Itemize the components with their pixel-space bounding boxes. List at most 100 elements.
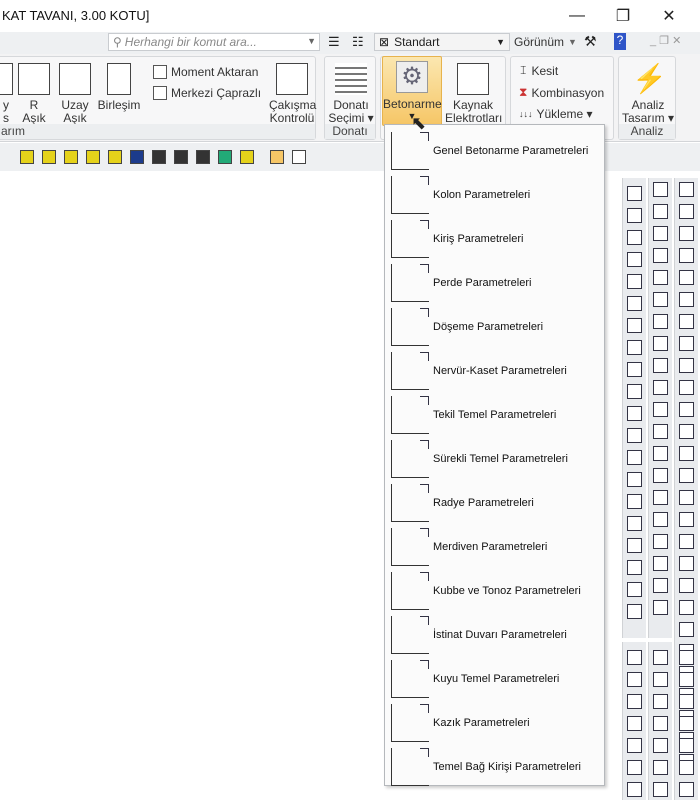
menu-item-well-foundation[interactable]: Kuyu Temel Parametreleri — [389, 657, 601, 701]
menu-item-tie-beam[interactable]: Temel Bağ Kirişi Parametreleri — [389, 745, 601, 789]
panel-tool-icon[interactable] — [653, 248, 668, 263]
panel-tool-icon[interactable] — [653, 490, 668, 505]
panel-tool-icon[interactable] — [653, 424, 668, 439]
ribbon-button-donati-secimi[interactable]: Donatı Seçimi ▾ — [327, 63, 375, 125]
panel-tool-icon[interactable] — [653, 512, 668, 527]
panel-tool-icon[interactable] — [627, 694, 642, 709]
panel-tool-icon[interactable] — [627, 760, 642, 775]
panel-tool-icon[interactable] — [653, 534, 668, 549]
command-search-input[interactable]: ⚲ Herhangi bir komut ara... ▼ — [108, 33, 320, 51]
panel-tool-icon[interactable] — [627, 472, 642, 487]
toolbar-tool-icon[interactable] — [42, 150, 56, 164]
view-menu[interactable]: Görünüm — [514, 35, 564, 49]
panel-tool-icon[interactable] — [653, 270, 668, 285]
panel-tool-icon[interactable] — [627, 738, 642, 753]
menu-item-wall[interactable]: Perde Parametreleri — [389, 261, 601, 305]
panel-tool-icon[interactable] — [653, 314, 668, 329]
layers-stack-icon[interactable]: ☷ — [352, 34, 364, 50]
ribbon-button-kombinasyon[interactable]: ⧗ Kombinasyon — [519, 85, 604, 100]
toolbar-tool-icon[interactable] — [196, 150, 210, 164]
chevron-down-icon[interactable]: ▼ — [307, 36, 316, 46]
toolbar-tool-icon[interactable] — [86, 150, 100, 164]
panel-tool-icon[interactable] — [679, 760, 694, 775]
menu-item-retaining-wall[interactable]: İstinat Duvarı Parametreleri — [389, 613, 601, 657]
panel-tool-icon[interactable] — [679, 534, 694, 549]
panel-tool-icon[interactable] — [627, 208, 642, 223]
panel-tool-icon[interactable] — [679, 314, 694, 329]
panel-tool-icon[interactable] — [627, 560, 642, 575]
ribbon-button-cakisma[interactable]: Çakışma Kontrolü — [269, 63, 316, 125]
panel-tool-icon[interactable] — [627, 450, 642, 465]
ribbon-button-analiz-tasarim[interactable]: ⚡ Analiz Tasarım ▾ — [621, 63, 675, 125]
panel-tool-icon[interactable] — [627, 384, 642, 399]
panel-tool-icon[interactable] — [653, 446, 668, 461]
toolbar-tool-icon[interactable] — [152, 150, 166, 164]
ribbon-button-kesit[interactable]: 𝙸 Kesit — [519, 63, 558, 78]
style-select[interactable]: ⊠ Standart ▼ — [374, 33, 510, 51]
panel-tool-icon[interactable] — [679, 182, 694, 197]
menu-item-raft[interactable]: Radye Parametreleri — [389, 481, 601, 525]
panel-tool-icon[interactable] — [679, 672, 694, 687]
panel-tool-icon[interactable] — [679, 600, 694, 615]
help-button[interactable]: ? — [614, 33, 626, 50]
toolbar-tool-icon[interactable] — [130, 150, 144, 164]
panel-tool-icon[interactable] — [627, 716, 642, 731]
panel-tool-icon[interactable] — [679, 556, 694, 571]
panel-tool-icon[interactable] — [627, 318, 642, 333]
panel-tool-icon[interactable] — [653, 204, 668, 219]
panel-tool-icon[interactable] — [679, 380, 694, 395]
panel-tool-icon[interactable] — [679, 512, 694, 527]
toolbar-tool-icon[interactable] — [240, 150, 254, 164]
menu-item-pile[interactable]: Kazık Parametreleri — [389, 701, 601, 745]
close-button[interactable]: ✕ — [646, 0, 692, 32]
toolbar-tool-icon[interactable] — [64, 150, 78, 164]
panel-tool-icon[interactable] — [627, 186, 642, 201]
panel-tool-icon[interactable] — [679, 424, 694, 439]
panel-tool-icon[interactable] — [627, 604, 642, 619]
panel-tool-icon[interactable] — [679, 716, 694, 731]
panel-tool-icon[interactable] — [653, 738, 668, 753]
panel-tool-icon[interactable] — [627, 494, 642, 509]
toolbar-tool-icon[interactable] — [108, 150, 122, 164]
panel-tool-icon[interactable] — [679, 402, 694, 417]
ribbon-button-kaynak[interactable]: Kaynak Elektrotları — [445, 63, 502, 125]
panel-tool-icon[interactable] — [627, 428, 642, 443]
ribbon-button-r-asik[interactable]: R Aşık — [17, 63, 51, 125]
panel-tool-icon[interactable] — [679, 650, 694, 665]
toolbar-tool-icon[interactable] — [292, 150, 306, 164]
panel-tool-icon[interactable] — [679, 226, 694, 241]
panel-tool-icon[interactable] — [627, 650, 642, 665]
panel-tool-icon[interactable] — [627, 340, 642, 355]
menu-item-strip-footing[interactable]: Sürekli Temel Parametreleri — [389, 437, 601, 481]
panel-tool-icon[interactable] — [653, 556, 668, 571]
ribbon-button-birlesim[interactable]: Birleşim — [97, 63, 141, 112]
panel-tool-icon[interactable] — [679, 446, 694, 461]
panel-tool-icon[interactable] — [679, 336, 694, 351]
ribbon-button-merkezi-caprazli[interactable]: Merkezi Çaprazlı — [153, 86, 261, 100]
minimize-button[interactable]: — — [554, 0, 600, 32]
menu-item-column[interactable]: Kolon Parametreleri — [389, 173, 601, 217]
panel-tool-icon[interactable] — [627, 582, 642, 597]
toolbar-tool-icon[interactable] — [270, 150, 284, 164]
panel-tool-icon[interactable] — [627, 252, 642, 267]
panel-tool-icon[interactable] — [679, 468, 694, 483]
panel-tool-icon[interactable] — [679, 292, 694, 307]
panel-tool-icon[interactable] — [653, 650, 668, 665]
chevron-down-icon[interactable]: ▼ — [568, 37, 577, 47]
panel-tool-icon[interactable] — [653, 578, 668, 593]
menu-item-slab[interactable]: Döşeme Parametreleri — [389, 305, 601, 349]
toolbar-tool-icon[interactable] — [174, 150, 188, 164]
restore-button[interactable]: ❐ — [600, 0, 646, 32]
panel-tool-icon[interactable] — [627, 406, 642, 421]
panel-tool-icon[interactable] — [653, 358, 668, 373]
panel-tool-icon[interactable] — [653, 380, 668, 395]
menu-item-stair[interactable]: Merdiven Parametreleri — [389, 525, 601, 569]
ribbon-button-partial[interactable]: y s — [0, 63, 15, 125]
panel-tool-icon[interactable] — [627, 362, 642, 377]
panel-tool-icon[interactable] — [653, 760, 668, 775]
panel-tool-icon[interactable] — [653, 672, 668, 687]
panel-tool-icon[interactable] — [653, 226, 668, 241]
menu-item-general-concrete[interactable]: Genel Betonarme Parametreleri — [389, 129, 601, 173]
mdi-controls[interactable]: _ ❐ ✕ — [650, 34, 681, 47]
panel-tool-icon[interactable] — [627, 516, 642, 531]
